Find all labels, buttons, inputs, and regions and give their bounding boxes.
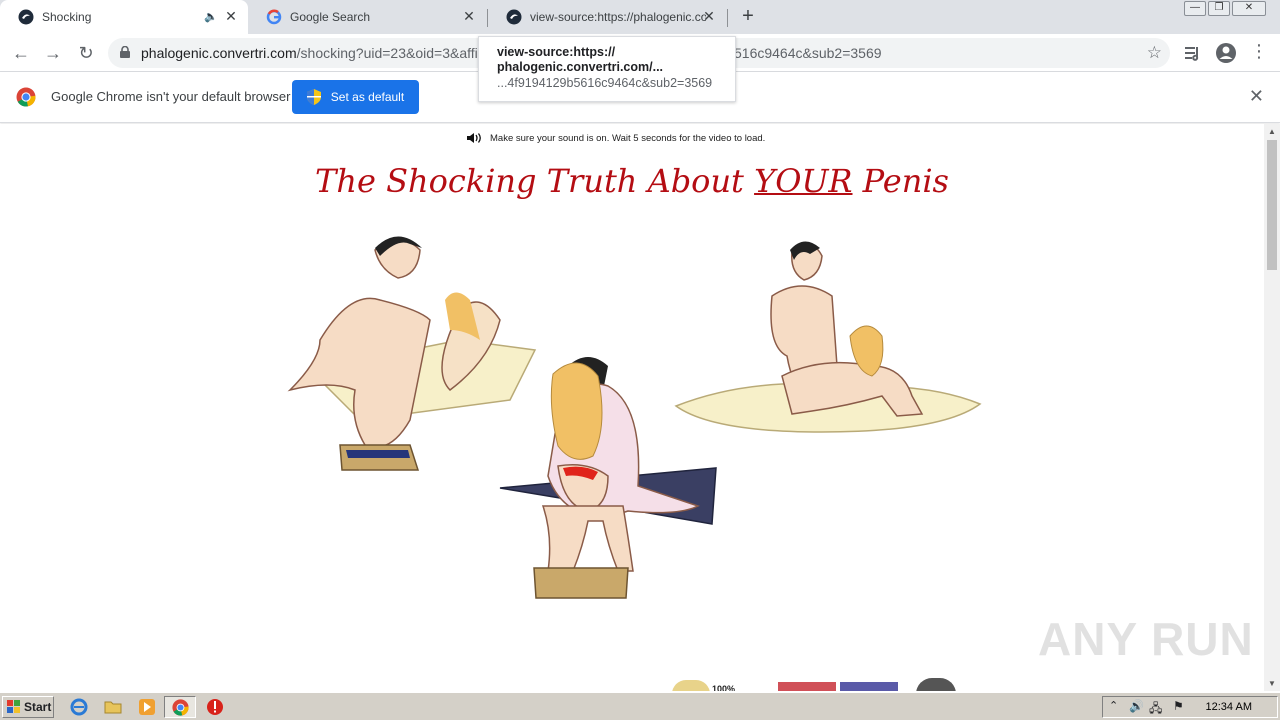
tab-close-icon[interactable]: ✕ <box>462 9 476 23</box>
infobar-message: Google Chrome isn't your default browser <box>51 89 291 104</box>
card-logo-visa <box>840 682 898 691</box>
secure-badge-icon <box>916 678 956 691</box>
action-center-flag-icon[interactable]: ⚑ <box>1173 699 1184 713</box>
tooltip-title-line1: view-source:https:// <box>497 45 616 59</box>
tooltip-title-line2: phalogenic.convertri.com/... <box>497 60 664 74</box>
explorer-folder-icon[interactable] <box>104 698 122 716</box>
sound-notice: Make sure your sound is on. Wait 5 secon… <box>466 132 765 144</box>
menu-kebab-icon[interactable]: ⋮ <box>1250 42 1268 60</box>
scrollbar-thumb[interactable] <box>1267 140 1277 270</box>
headline-emphasis: YOUR <box>754 162 853 200</box>
uac-shield-icon <box>306 89 321 105</box>
sound-notice-text: Make sure your sound is on. Wait 5 secon… <box>490 132 766 144</box>
headline-part: Penis <box>852 162 949 200</box>
forward-button[interactable]: → <box>42 42 64 64</box>
tab-title: Google Search <box>290 10 371 24</box>
media-control-icon[interactable] <box>1184 44 1202 62</box>
tab-google-search[interactable]: Google Search ✕ <box>248 0 486 34</box>
system-tray: ⌃ 🔊 🖧 ⚑ 12:34 AM <box>1102 696 1278 718</box>
illustration-right <box>674 241 982 433</box>
media-player-icon[interactable] <box>138 698 156 716</box>
minimize-button[interactable]: — <box>1184 1 1206 16</box>
speaker-icon <box>467 133 481 143</box>
card-logo-mastercard <box>778 682 836 691</box>
url-text-tail: 516c9464c&sub2=3569 <box>734 45 882 61</box>
stop-sign-icon[interactable] <box>206 698 224 716</box>
google-favicon-icon <box>266 9 282 25</box>
chrome-taskbar-button[interactable] <box>164 696 196 718</box>
scroll-down-arrow-icon[interactable]: ▼ <box>1268 679 1276 688</box>
tab-title: view-source:https://phalogenic.conv <box>530 10 706 24</box>
reload-button[interactable]: ↻ <box>75 42 97 64</box>
tooltip-url: ...4f9194129b5616c9464c&sub2=3569 <box>497 76 713 90</box>
chrome-logo-icon <box>172 699 189 716</box>
anyrun-watermark: ANY RUN <box>1038 613 1254 665</box>
tray-expand-icon[interactable]: ⌃ <box>1109 699 1118 712</box>
profile-avatar-icon[interactable] <box>1215 42 1237 64</box>
restore-button[interactable]: ❐ <box>1208 1 1230 16</box>
url-text: phalogenic.convertri.com/shocking?uid=23… <box>141 45 478 61</box>
new-tab-button[interactable]: + <box>738 6 758 26</box>
tab-separator <box>727 9 728 27</box>
back-button[interactable]: ← <box>10 42 32 64</box>
set-as-default-button[interactable]: Set as default <box>292 80 419 114</box>
ie-icon[interactable] <box>70 698 88 716</box>
infobar-close-icon[interactable]: ✕ <box>1249 86 1264 107</box>
tab-audio-icon[interactable]: 🔈 <box>204 10 218 23</box>
guarantee-badge-icon <box>672 680 710 691</box>
start-label: Start <box>24 700 52 714</box>
headline-part: The Shocking Truth About <box>315 162 755 200</box>
tab-view-source[interactable]: view-source:https://phalogenic.conv ✕ <box>488 0 726 34</box>
windows-logo-icon <box>7 700 20 713</box>
start-button[interactable]: Start <box>2 696 54 718</box>
window-close-button[interactable]: ✕ <box>1232 1 1266 16</box>
scroll-up-arrow-icon[interactable]: ▲ <box>1268 127 1276 136</box>
tab-close-icon[interactable]: ✕ <box>702 9 716 23</box>
windows-taskbar: Start ⌃ 🔊 🖧 ⚑ 12:34 AM <box>0 692 1280 720</box>
bookmark-star-icon[interactable]: ☆ <box>1147 43 1162 63</box>
tab-title: Shocking <box>42 10 92 24</box>
tab-strip: Shocking 🔈 ✕ Google Search ✕ view-source… <box>0 0 1280 34</box>
web-page-content: Make sure your sound is on. Wait 5 secon… <box>0 124 1264 691</box>
site-favicon-icon <box>18 9 34 25</box>
tab-shocking[interactable]: Shocking 🔈 ✕ <box>0 0 248 34</box>
tab-close-icon[interactable]: ✕ <box>224 9 238 23</box>
page-scrollbar[interactable]: ▲ ▼ <box>1264 124 1280 691</box>
set-as-default-label: Set as default <box>330 90 405 104</box>
network-icon[interactable]: 🖧 <box>1149 699 1162 720</box>
taskbar-clock[interactable]: 12:34 AM <box>1206 701 1252 713</box>
guarantee-badge-text: 100% <box>712 684 736 691</box>
site-favicon-icon <box>506 9 522 25</box>
lock-icon[interactable] <box>120 46 130 58</box>
chrome-logo-icon <box>16 87 36 107</box>
tab-hover-tooltip: view-source:https:// phalogenic.convertr… <box>478 36 736 102</box>
volume-icon[interactable]: 🔊 <box>1129 699 1144 713</box>
page-headline: The Shocking Truth About YOUR Penis <box>0 162 1264 200</box>
